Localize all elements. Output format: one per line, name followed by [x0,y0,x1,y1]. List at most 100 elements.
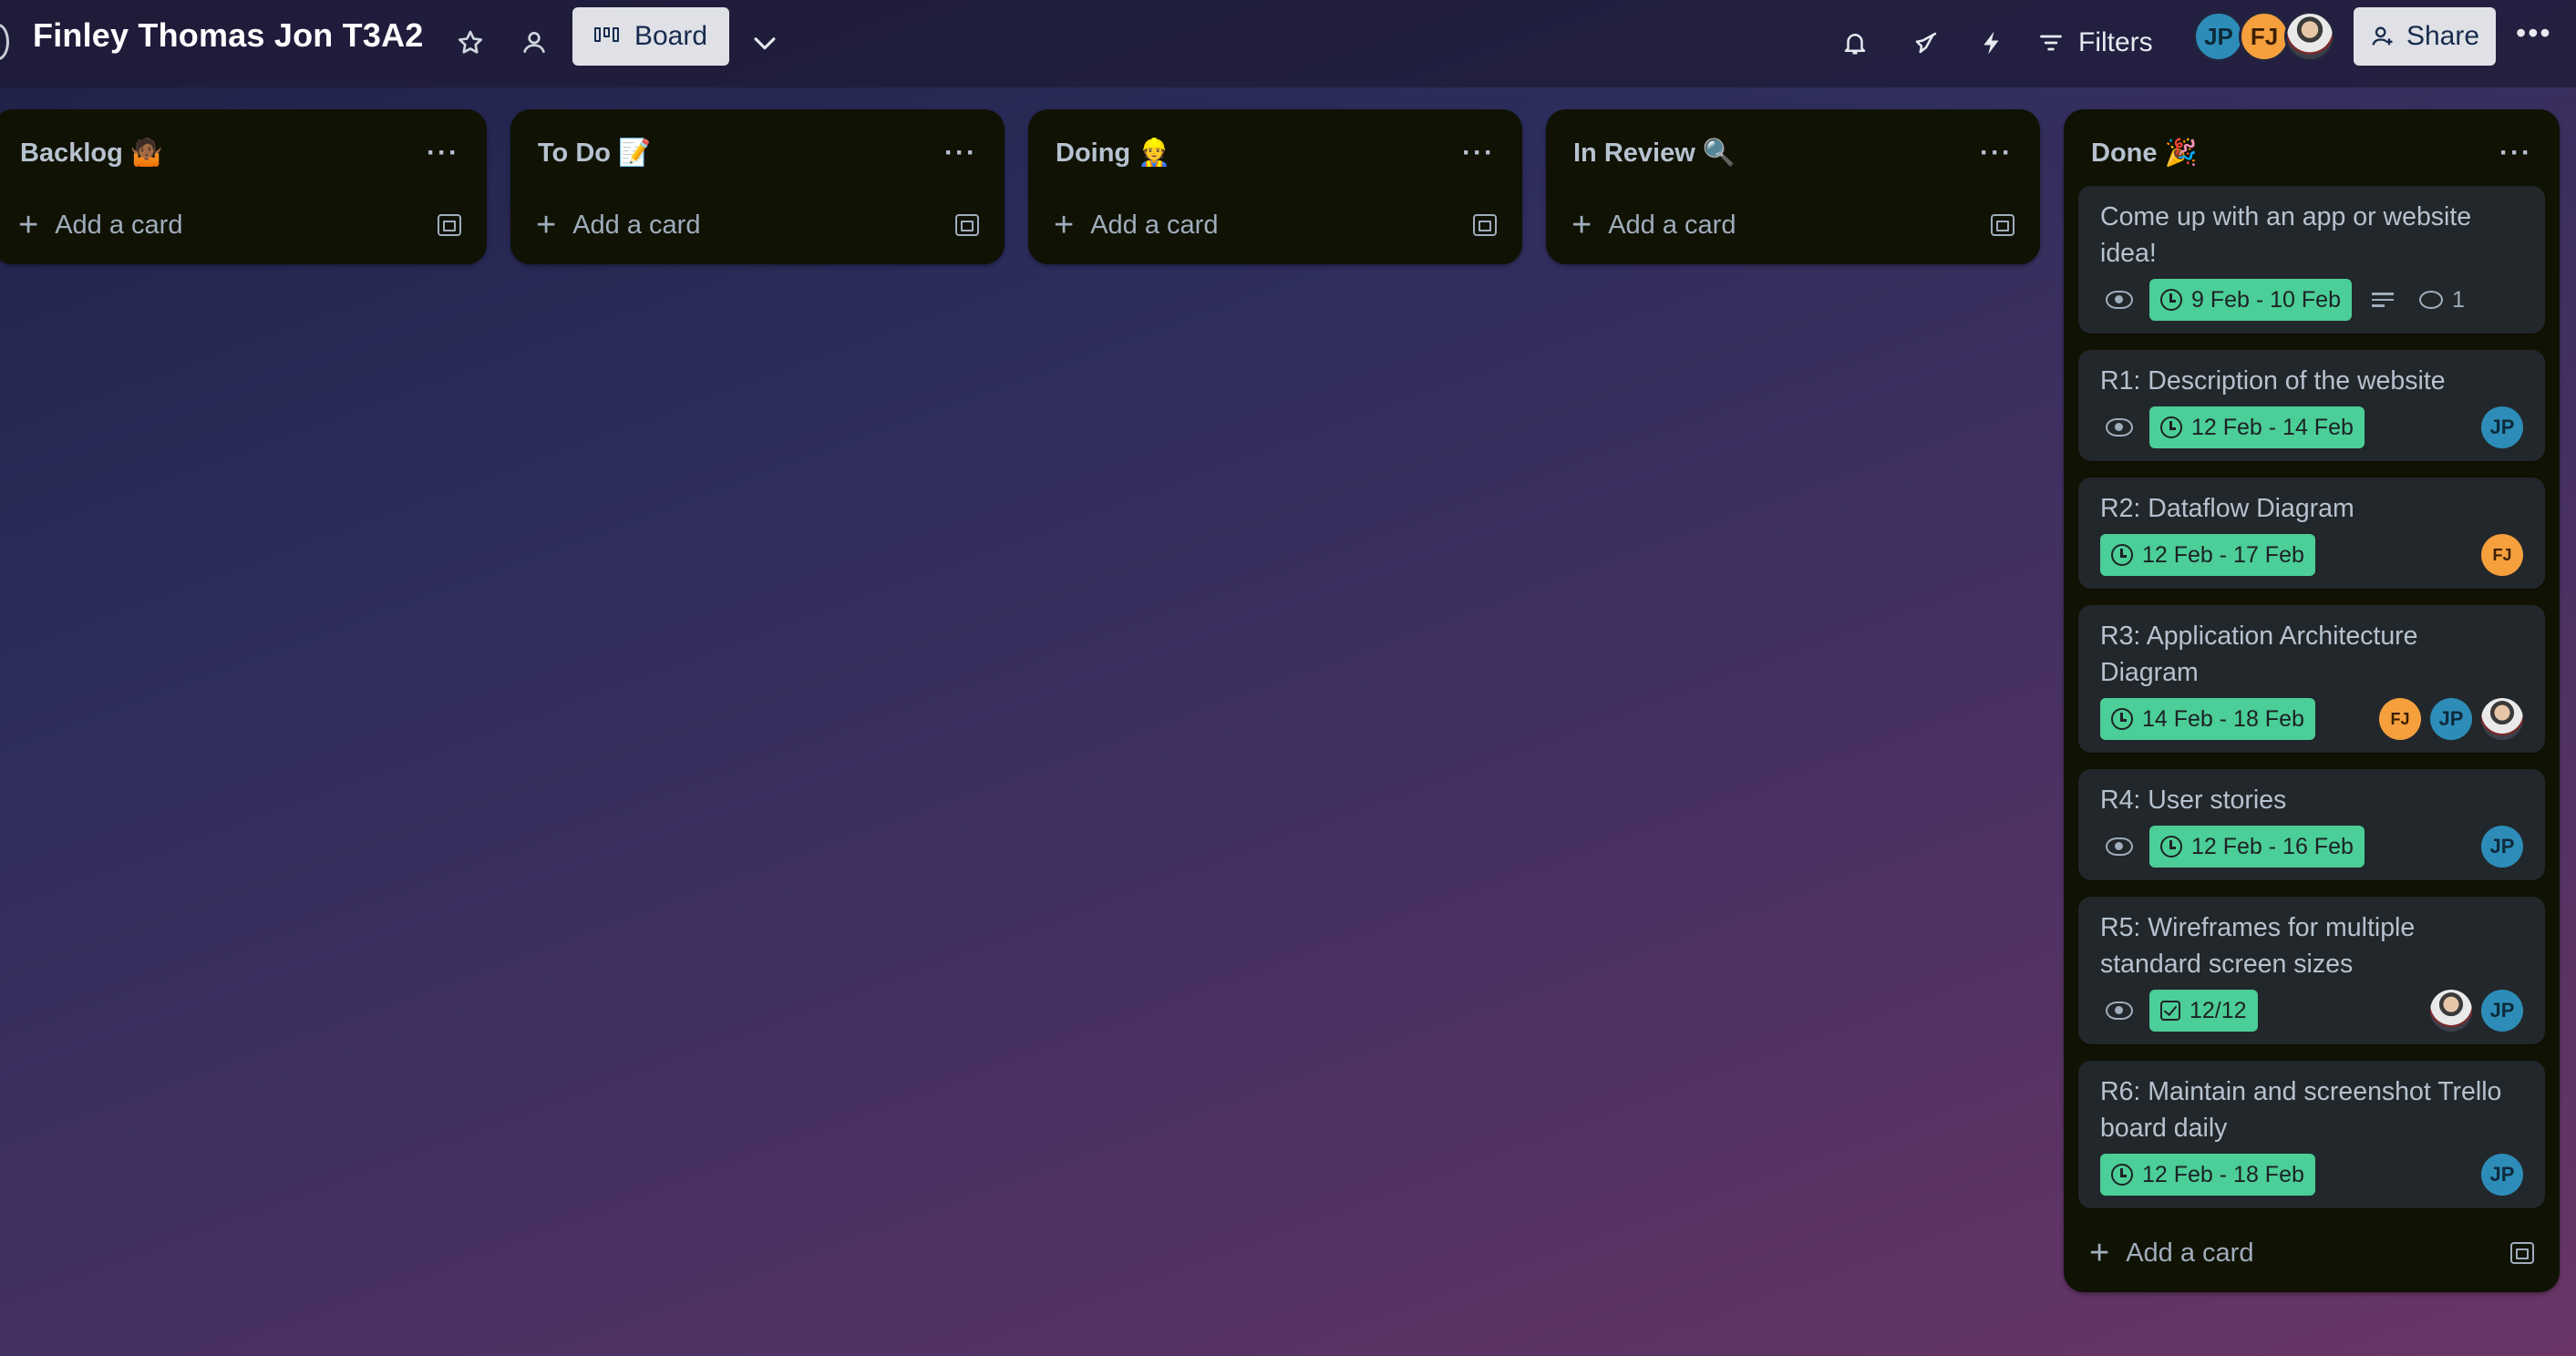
due-date-text: 12 Feb - 16 Feb [2191,833,2354,859]
card-member-avatar-jp[interactable]: JP [2481,826,2523,868]
chevron-down-icon[interactable] [749,16,780,69]
workspace-visibility-icon[interactable] [520,16,549,69]
clock-icon [2160,416,2182,438]
card-member-avatar-photo[interactable] [2430,990,2472,1032]
plus-icon: + [536,206,557,244]
checklist-count: 12/12 [2190,997,2247,1023]
power-ups-rocket-icon[interactable] [1912,16,1940,69]
card[interactable]: R2: Dataflow Diagram 12 Feb - 17 Feb FJ [2078,478,2545,589]
board-members: JP FJ [2193,11,2335,62]
checklist-icon [2160,1001,2180,1021]
board-view-label: Board [634,21,708,51]
clock-icon [2160,289,2182,311]
due-date-badge[interactable]: 14 Feb - 18 Feb [2100,698,2315,740]
add-card-button[interactable]: + Add a card [0,197,479,253]
automation-bolt-icon[interactable] [1978,16,2005,69]
comments-badge: 1 [2418,287,2465,313]
board-title[interactable]: Finley Thomas Jon T3A2 [33,16,424,55]
share-label: Share [2406,21,2480,51]
card-member-avatar-photo[interactable] [2481,698,2523,740]
add-card-label: Add a card [1608,210,1736,240]
add-card-label: Add a card [2126,1238,2254,1268]
description-icon [2371,293,2394,307]
add-card-label: Add a card [1090,210,1219,240]
due-date-text: 12 Feb - 17 Feb [2142,541,2304,568]
add-card-button[interactable]: + Add a card [2071,1225,2552,1281]
list-title[interactable]: To Do 📝 [538,138,651,169]
card-template-icon[interactable] [2510,1242,2534,1264]
due-date-text: 12 Feb - 18 Feb [2142,1161,2304,1187]
card[interactable]: R1: Description of the website 12 Feb - … [2078,350,2545,461]
watch-eye-icon [2106,418,2133,437]
board-view-button[interactable]: Board [572,7,729,66]
due-date-text: 9 Feb - 10 Feb [2191,286,2341,313]
checklist-badge[interactable]: 12/12 [2149,990,2258,1032]
card-title: R5: Wireframes for multiple standard scr… [2100,913,2416,979]
list-menu-icon[interactable]: ··· [1980,138,2013,169]
card-title: R6: Maintain and screenshot Trello board… [2100,1077,2502,1143]
list-to-do: To Do 📝 ··· + Add a card [510,109,1005,264]
list-title[interactable]: Doing 👷 [1056,138,1170,169]
list-in-review: In Review 🔍 ··· + Add a card [1546,109,2040,264]
add-card-button[interactable]: + Add a card [1036,197,1515,253]
card-member-avatar-fj[interactable]: FJ [2379,698,2421,740]
add-card-label: Add a card [572,210,701,240]
member-avatar-fj[interactable]: FJ [2239,11,2290,62]
board-view-icon [593,27,622,46]
card-title: R3: Application Architecture Diagram [2100,622,2418,687]
add-card-button[interactable]: + Add a card [518,197,997,253]
add-card-button[interactable]: + Add a card [1553,197,2033,253]
due-date-badge[interactable]: 12 Feb - 17 Feb [2100,534,2315,576]
due-date-badge[interactable]: 12 Feb - 18 Feb [2100,1154,2315,1196]
card[interactable]: R5: Wireframes for multiple standard scr… [2078,897,2545,1044]
clock-icon [2160,836,2182,858]
watch-eye-icon [2106,291,2133,309]
card[interactable]: Come up with an app or website idea! 9 F… [2078,186,2545,334]
card-member-avatar-jp[interactable]: JP [2481,990,2523,1032]
card-member-avatar-jp[interactable]: JP [2430,698,2472,740]
board-header: Finley Thomas Jon T3A2 Board Filters JP … [0,0,2576,87]
member-avatar-jp[interactable]: JP [2193,11,2244,62]
notification-bell-icon[interactable] [1841,16,1869,69]
card-template-icon[interactable] [1473,214,1497,236]
list-title[interactable]: Backlog 🤷🏾 [20,138,163,169]
card-title: R4: User stories [2100,786,2287,815]
due-date-badge[interactable]: 12 Feb - 16 Feb [2149,826,2365,868]
card-template-icon[interactable] [955,214,979,236]
card-template-icon[interactable] [1991,214,2014,236]
workspace-icon[interactable] [0,24,9,60]
card[interactable]: R4: User stories 12 Feb - 16 Feb JP [2078,769,2545,880]
share-button[interactable]: Share [2354,7,2496,66]
card-member-avatar-jp[interactable]: JP [2481,406,2523,448]
card-template-icon[interactable] [438,214,461,236]
card-member-avatar-fj[interactable]: FJ [2481,534,2523,576]
list-title[interactable]: Done 🎉 [2091,138,2198,169]
due-date-text: 12 Feb - 14 Feb [2191,414,2354,440]
plus-icon: + [2089,1234,2110,1272]
card-title: R2: Dataflow Diagram [2100,494,2354,523]
card[interactable]: R6: Maintain and screenshot Trello board… [2078,1061,2545,1208]
card-title: Come up with an app or website idea! [2100,202,2472,268]
list-menu-icon[interactable]: ··· [944,138,977,169]
list-title[interactable]: In Review 🔍 [1573,138,1736,169]
clock-icon [2111,1164,2133,1186]
list-menu-icon[interactable]: ··· [2499,138,2532,169]
member-avatar-photo[interactable] [2284,11,2335,62]
watch-eye-icon [2106,837,2133,856]
star-icon[interactable] [456,16,485,69]
list-done: Done 🎉 ··· Come up with an app or websit… [2064,109,2560,1292]
due-date-badge[interactable]: 9 Feb - 10 Feb [2149,279,2352,321]
clock-icon [2111,544,2133,566]
board-menu-icon[interactable]: ••• [2516,16,2552,50]
list-menu-icon[interactable]: ··· [427,138,459,169]
filter-icon [2040,35,2062,51]
add-person-icon [2372,26,2393,46]
filters-button[interactable]: Filters [2038,16,2153,69]
card[interactable]: R3: Application Architecture Diagram 14 … [2078,605,2545,753]
list-menu-icon[interactable]: ··· [1462,138,1495,169]
card-member-avatar-jp[interactable]: JP [2481,1154,2523,1196]
list-doing: Doing 👷 ··· + Add a card [1028,109,1522,264]
plus-icon: + [1054,206,1075,244]
due-date-badge[interactable]: 12 Feb - 14 Feb [2149,406,2365,448]
due-date-text: 14 Feb - 18 Feb [2142,705,2304,732]
